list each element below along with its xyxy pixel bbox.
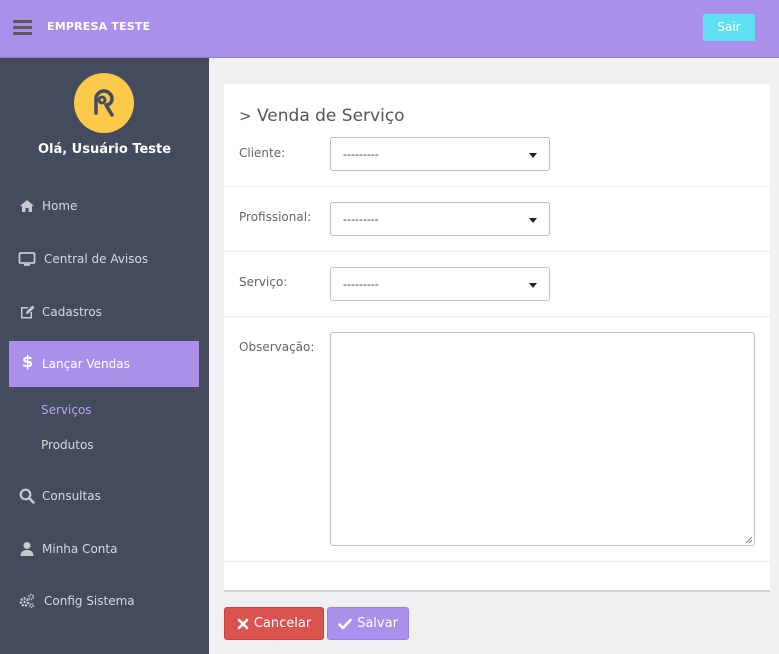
sidebar-item-consultas[interactable]: Consultas bbox=[9, 473, 199, 519]
sidebar-item-label: Lançar Vendas bbox=[42, 357, 130, 371]
profissional-label: Profissional: bbox=[239, 210, 312, 224]
save-button[interactable]: Salvar bbox=[327, 607, 409, 640]
sidebar-item-label: Consultas bbox=[42, 489, 101, 503]
caret-down-icon bbox=[529, 218, 537, 223]
cliente-label: Cliente: bbox=[239, 146, 286, 160]
sidebar-subitem-servicos[interactable]: Serviços bbox=[41, 403, 92, 417]
servico-select-value: --------- bbox=[343, 278, 379, 291]
sidebar-item-label: Home bbox=[42, 199, 78, 213]
servico-label: Serviço: bbox=[239, 275, 288, 289]
sidebar-item-central-de-avisos[interactable]: Central de Avisos bbox=[9, 236, 199, 282]
sidebar-item-config-sistema[interactable]: Config Sistema bbox=[9, 578, 199, 624]
user-greeting: Olá, Usuário Teste bbox=[37, 142, 172, 157]
avatar bbox=[74, 73, 134, 133]
sidebar: Olá, Usuário Teste Home Central de Aviso… bbox=[0, 58, 209, 654]
sidebar-item-label: Minha Conta bbox=[42, 542, 118, 556]
sidebar-item-label: Central de Avisos bbox=[44, 252, 149, 266]
divider bbox=[224, 561, 770, 562]
sidebar-item-label: Config Sistema bbox=[44, 594, 135, 608]
brand-name: EMPRESA TESTE bbox=[47, 20, 151, 33]
caret-down-icon bbox=[529, 153, 537, 158]
profissional-select-value: --------- bbox=[343, 213, 379, 226]
home-icon bbox=[20, 200, 34, 212]
monitor-icon bbox=[18, 252, 36, 266]
sidebar-subitem-produtos[interactable]: Produtos bbox=[41, 438, 94, 452]
edit-icon bbox=[21, 305, 35, 319]
logout-button[interactable]: Sair bbox=[703, 14, 755, 41]
avatar-logo-icon bbox=[94, 89, 114, 117]
cancel-button[interactable]: Cancelar bbox=[224, 607, 324, 640]
cliente-select-value: --------- bbox=[343, 148, 379, 161]
sidebar-item-label: Cadastros bbox=[42, 305, 102, 319]
sidebar-item-lancar-vendas[interactable]: $ Lançar Vendas bbox=[9, 341, 199, 387]
dollar-icon: $ bbox=[22, 352, 34, 371]
divider bbox=[224, 186, 770, 187]
sidebar-item-minha-conta[interactable]: Minha Conta bbox=[9, 526, 199, 572]
top-bar: EMPRESA TESTE Sair bbox=[0, 0, 779, 58]
save-button-label: Salvar bbox=[357, 616, 398, 631]
page-title-text: Venda de Serviço bbox=[256, 106, 405, 126]
profissional-select[interactable]: --------- bbox=[330, 202, 550, 236]
page-title: > Venda de Serviço bbox=[239, 106, 405, 126]
caret-down-icon bbox=[529, 283, 537, 288]
chevron-right-icon: > bbox=[239, 107, 252, 125]
resize-handle-icon[interactable] bbox=[745, 536, 753, 544]
user-icon bbox=[20, 542, 34, 556]
gears-icon bbox=[19, 593, 35, 609]
cancel-button-label: Cancelar bbox=[253, 616, 312, 631]
divider bbox=[224, 316, 770, 317]
divider bbox=[224, 251, 770, 252]
close-icon bbox=[237, 618, 249, 629]
observacao-label: Observação: bbox=[239, 340, 315, 354]
sidebar-item-cadastros[interactable]: Cadastros bbox=[9, 289, 199, 335]
sale-form-card: > Venda de Serviço Cliente: --------- Pr… bbox=[224, 84, 770, 592]
hamburger-menu-icon[interactable] bbox=[13, 20, 32, 36]
observacao-textarea[interactable] bbox=[330, 332, 755, 546]
search-icon bbox=[19, 488, 35, 504]
servico-select[interactable]: --------- bbox=[330, 267, 550, 301]
check-icon bbox=[338, 618, 352, 629]
sidebar-item-home[interactable]: Home bbox=[9, 183, 199, 229]
cliente-select[interactable]: --------- bbox=[330, 137, 550, 171]
